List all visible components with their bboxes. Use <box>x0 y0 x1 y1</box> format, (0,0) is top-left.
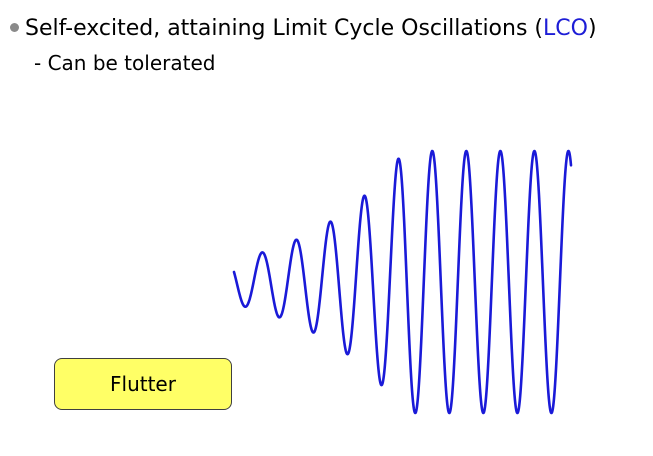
sub-point: - Can be tolerated <box>34 51 216 75</box>
bullet-point: Self-excited, attaining Limit Cycle Osci… <box>10 14 597 44</box>
lco-oscillation-graphic <box>232 149 573 415</box>
flutter-label: Flutter <box>110 372 176 396</box>
bullet-text-before: Self-excited, attaining Limit Cycle Osci… <box>25 16 543 41</box>
bullet-icon <box>10 22 19 32</box>
oscillation-curve <box>232 149 573 415</box>
lco-acronym: LCO <box>543 16 588 41</box>
bullet-text-after: ) <box>587 16 597 41</box>
flutter-label-box: Flutter <box>54 358 232 410</box>
